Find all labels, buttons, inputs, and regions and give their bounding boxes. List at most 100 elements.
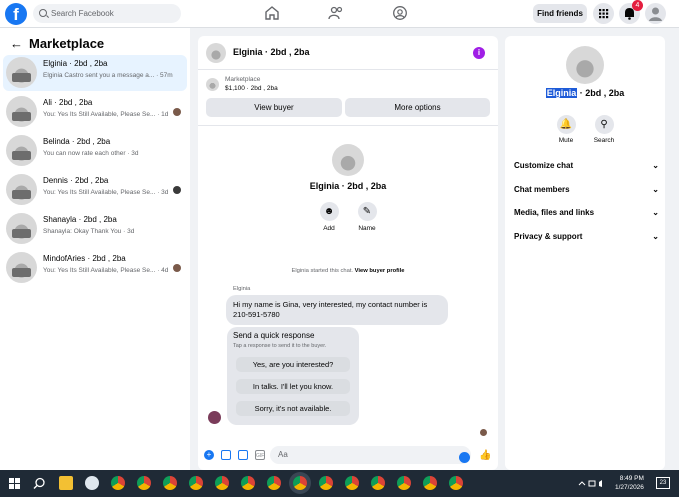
- conversation-item[interactable]: Shanayla · 2bd , 2ba Shanayla: Okay Than…: [3, 211, 187, 247]
- conversation-name: Ali · 2bd , 2ba: [43, 98, 93, 107]
- avatar: [6, 252, 37, 283]
- message-bubble: Hi my name is Gina, very interested, my …: [226, 295, 448, 325]
- item-label: Chat members: [514, 185, 570, 194]
- notification-badge: 4: [632, 0, 643, 11]
- account-avatar[interactable]: [645, 3, 666, 24]
- chrome-icon[interactable]: [371, 476, 385, 490]
- friends-icon[interactable]: [328, 5, 344, 21]
- file-explorer-icon[interactable]: [59, 476, 73, 490]
- conversation-name: MindofAries · 2bd , 2ba: [43, 254, 126, 263]
- clock-date: 1/27/2026: [615, 484, 644, 491]
- view-buyer-profile-link[interactable]: View buyer profile: [355, 268, 405, 274]
- info-icon[interactable]: i: [473, 47, 485, 59]
- chrome-icon[interactable]: [449, 476, 463, 490]
- chrome-icon[interactable]: [189, 476, 203, 490]
- privacy-support-item[interactable]: Privacy & support ⌄: [514, 232, 659, 241]
- page-title: ← Marketplace: [10, 36, 104, 51]
- emoji-icon[interactable]: [459, 452, 470, 463]
- chrome-icon-active[interactable]: [293, 476, 307, 490]
- quick-response-button[interactable]: Yes, are you interested?: [236, 357, 350, 372]
- conversation-sidebar: ← Marketplace Elginia · 2bd , 2ba Elginia…: [0, 28, 190, 470]
- notification-center-icon[interactable]: 23: [656, 477, 670, 489]
- chrome-icon[interactable]: [267, 476, 281, 490]
- marketplace-title: Marketplace: [29, 36, 105, 51]
- conversation-name: Elginia · 2bd , 2ba: [43, 59, 108, 68]
- seen-avatar: [480, 429, 487, 436]
- search-icon: ⚲: [594, 115, 614, 134]
- conversation-item[interactable]: Belinda · 2bd , 2ba You can now rate eac…: [3, 133, 187, 169]
- sender-avatar: [208, 411, 221, 424]
- home-icon[interactable]: [264, 5, 280, 21]
- conversation-preview: You can now rate each other · 3d: [43, 150, 139, 157]
- groups-icon[interactable]: [392, 5, 408, 21]
- chrome-icon[interactable]: [137, 476, 151, 490]
- menu-grid-button[interactable]: [593, 3, 614, 24]
- buyer-avatar: [566, 46, 604, 84]
- conversation-item[interactable]: Ali · 2bd , 2ba You: Yes Its Still Avail…: [3, 94, 187, 130]
- details-name: Elginia · 2bd , 2ba: [505, 88, 665, 98]
- chrome-icon[interactable]: [111, 476, 125, 490]
- avatar: [6, 213, 37, 244]
- chrome-icon[interactable]: [345, 476, 359, 490]
- message-input[interactable]: Aa: [270, 446, 471, 464]
- seen-avatar: [173, 186, 181, 194]
- search-label: Search: [593, 137, 615, 144]
- search-input[interactable]: Search Facebook: [33, 4, 181, 23]
- chrome-icon[interactable]: [241, 476, 255, 490]
- quick-response-button[interactable]: Sorry, it's not available.: [236, 401, 350, 416]
- conversation-preview: You: Yes Its Still Available, Please Se.…: [43, 267, 169, 274]
- listing-label: Marketplace: [225, 76, 261, 83]
- seen-avatar: [173, 108, 181, 116]
- search-icon: [39, 9, 47, 17]
- conversation-item[interactable]: Dennis · 2bd , 2ba You: Yes Its Still Av…: [3, 172, 187, 208]
- photo-icon[interactable]: [221, 450, 231, 460]
- item-label: Customize chat: [514, 161, 574, 170]
- conversation-item[interactable]: Elginia · 2bd , 2ba Elginia Castro sent …: [3, 55, 187, 91]
- message-composer: + GIF Aa 👍: [198, 444, 498, 468]
- conversation-name: Dennis · 2bd , 2ba: [43, 176, 109, 185]
- mute-button[interactable]: 🔔 Mute: [546, 115, 586, 144]
- chat-members-item[interactable]: Chat members ⌄: [514, 185, 659, 194]
- seen-avatar: [173, 264, 181, 272]
- plus-icon[interactable]: +: [204, 450, 214, 460]
- media-files-item[interactable]: Media, files and links ⌄: [514, 208, 659, 217]
- chrome-icon[interactable]: [397, 476, 411, 490]
- facebook-logo-icon[interactable]: f: [5, 3, 27, 25]
- quick-response-card: Send a quick response Tap a response to …: [227, 327, 359, 425]
- chevron-down-icon: ⌄: [652, 232, 659, 241]
- more-options-button[interactable]: More options: [345, 98, 490, 117]
- chevron-down-icon: ⌄: [652, 185, 659, 194]
- chrome-icon[interactable]: [423, 476, 437, 490]
- chrome-icon[interactable]: [163, 476, 177, 490]
- back-arrow-icon[interactable]: ←: [10, 36, 23, 51]
- chat-title[interactable]: Elginia · 2bd , 2ba: [233, 47, 310, 57]
- clock-time: 8:49 PM: [619, 475, 644, 482]
- system-clock[interactable]: 8:49 PM 1/27/2026: [615, 474, 644, 492]
- chrome-icon[interactable]: [319, 476, 333, 490]
- windows-start-icon[interactable]: [9, 478, 20, 489]
- name-button[interactable]: ✎ Name: [347, 202, 387, 232]
- add-button[interactable]: ☻ Add: [309, 202, 349, 232]
- listing-thumbnail[interactable]: [206, 78, 219, 91]
- system-tray-icons[interactable]: [578, 479, 608, 488]
- chat-panel: Elginia · 2bd , 2ba i Marketplace $1,100…: [198, 36, 498, 470]
- search-icon[interactable]: [33, 477, 46, 490]
- search-button[interactable]: ⚲ Search: [584, 115, 624, 144]
- chevron-down-icon: ⌄: [652, 208, 659, 217]
- chrome-icon[interactable]: [215, 476, 229, 490]
- avatar[interactable]: [206, 43, 226, 63]
- selected-name-text: Elginia: [545, 88, 578, 98]
- sticker-icon[interactable]: [238, 450, 248, 460]
- view-buyer-button[interactable]: View buyer: [206, 98, 342, 117]
- customize-chat-item[interactable]: Customize chat ⌄: [514, 161, 659, 170]
- find-friends-button[interactable]: Find friends: [533, 4, 587, 23]
- quick-response-button[interactable]: In talks. I'll let you know.: [236, 379, 350, 394]
- thumbs-up-icon[interactable]: 👍: [479, 450, 491, 462]
- item-label: Media, files and links: [514, 208, 595, 217]
- top-bar: f Search Facebook Find friends 4: [0, 0, 679, 28]
- conversation-item[interactable]: MindofAries · 2bd , 2ba You: Yes Its Sti…: [3, 250, 187, 286]
- app-icon[interactable]: [85, 476, 99, 490]
- conversation-preview: Shanayla: Okay Thank You · 3d: [43, 228, 135, 235]
- item-label: Privacy & support: [514, 232, 583, 241]
- gif-icon[interactable]: GIF: [255, 450, 265, 460]
